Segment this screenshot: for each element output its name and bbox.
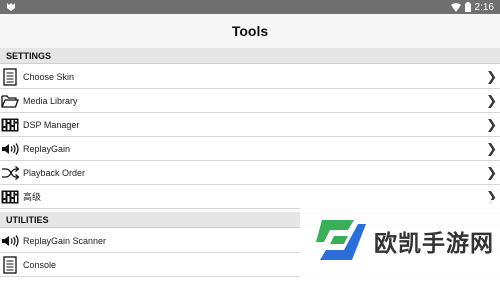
list-item-label: Console: [23, 259, 57, 270]
list-item-choose-skin[interactable]: Choose Skin ❯: [0, 65, 500, 89]
chevron-right-icon: ❯: [486, 165, 497, 180]
list-item-label: ReplayGain Scanner: [23, 235, 107, 246]
chevron-right-icon: ❯: [486, 69, 497, 84]
list-item-playback-order[interactable]: Playback Order ❯: [0, 161, 500, 185]
list-item-label: Playback Order: [23, 167, 86, 178]
chevron-right-icon: ❯: [486, 117, 497, 132]
shuffle-icon: [1, 164, 19, 182]
clipboard-icon: [1, 67, 19, 86]
equalizer-icon: [1, 116, 19, 134]
page-title: Tools: [231, 23, 269, 39]
app-logo-icon: [6, 2, 16, 12]
wifi-icon: [450, 2, 461, 12]
list-item-label: ReplayGain: [23, 143, 71, 154]
section-header-settings: SETTINGS: [0, 48, 500, 64]
list-item-media-library[interactable]: Media Library ❯: [0, 89, 500, 113]
battery-icon: [464, 2, 471, 12]
list-item-replaygain[interactable]: ReplayGain ❯: [0, 137, 500, 161]
list-item-label: Media Library: [23, 95, 78, 106]
status-bar: 2:16: [0, 0, 500, 14]
equalizer-icon: [1, 188, 19, 206]
chevron-right-icon: ❯: [486, 93, 497, 108]
status-time: 2:16: [474, 1, 494, 13]
list-item-dsp-manager[interactable]: DSP Manager ❯: [0, 113, 500, 137]
watermark-text: 欧凯手游网: [374, 229, 494, 256]
list-item-label: Choose Skin: [23, 71, 75, 82]
folder-icon: [1, 92, 19, 110]
list-item-label: 高级: [23, 192, 42, 202]
clipboard-icon: [1, 255, 19, 274]
list-item-label: DSP Manager: [23, 119, 80, 130]
speaker-icon: [1, 140, 19, 158]
watermark: 欧凯手游网: [300, 200, 500, 281]
chevron-right-icon: ❯: [486, 141, 497, 156]
speaker-icon: [1, 232, 19, 250]
title-bar: Tools: [0, 14, 500, 48]
watermark-logo-icon: [314, 214, 368, 268]
